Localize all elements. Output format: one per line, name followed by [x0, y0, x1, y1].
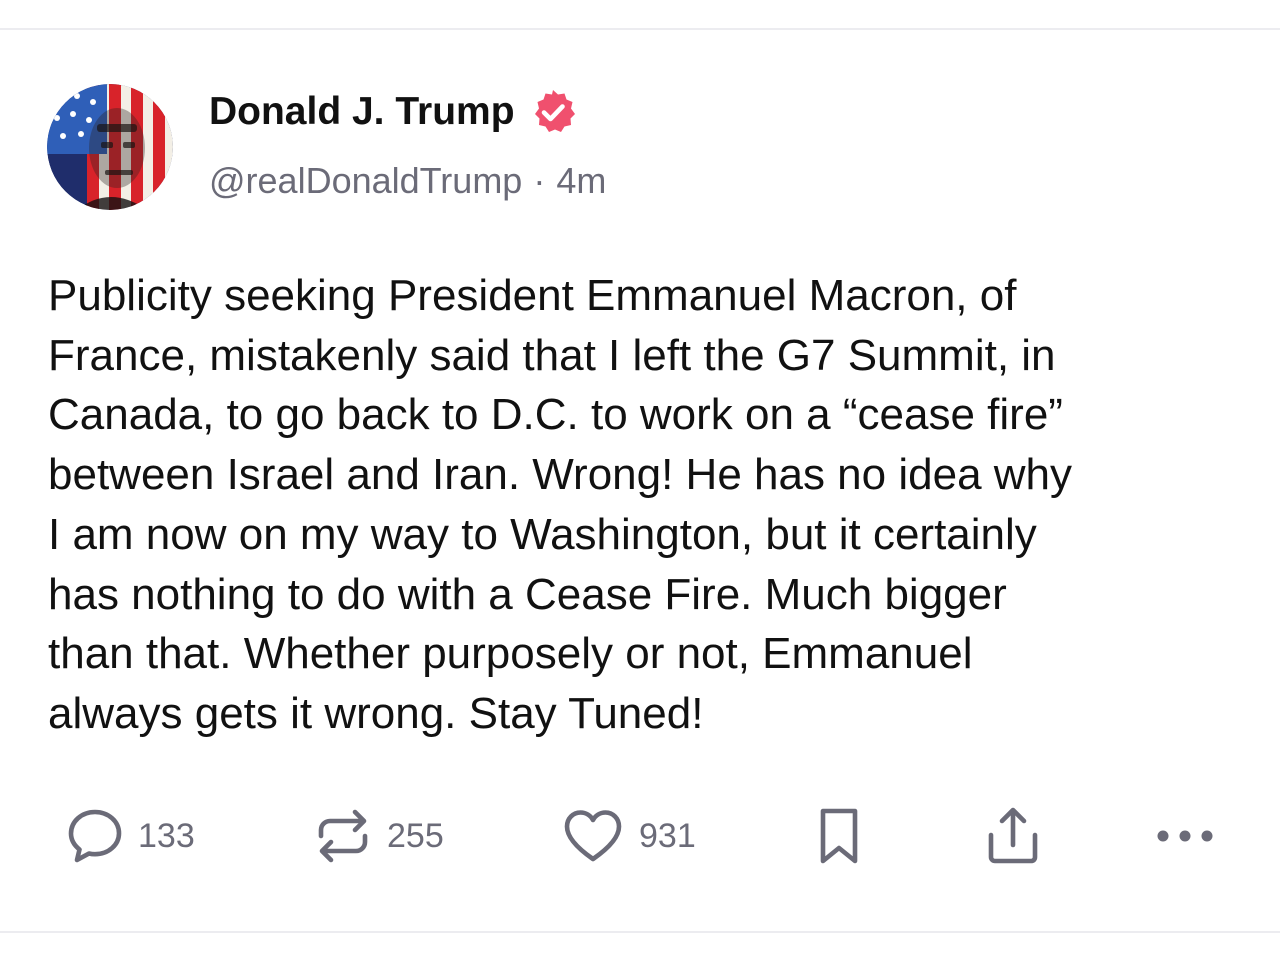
bottom-divider: [0, 931, 1280, 933]
author-display-name[interactable]: Donald J. Trump: [209, 90, 515, 134]
post-body-line: has nothing to do with a Cease Fire. Muc…: [48, 569, 1007, 619]
repost-button[interactable]: 255: [313, 800, 444, 872]
bookmark-icon: [820, 808, 858, 864]
author-avatar[interactable]: [47, 84, 173, 210]
author-name-row: Donald J. Trump: [209, 86, 577, 138]
heart-icon: [564, 810, 622, 862]
bookmark-button[interactable]: [815, 800, 863, 872]
share-upload-icon: [988, 807, 1038, 864]
repost-count: 255: [387, 816, 444, 855]
post-body-line: I am now on my way to Washington, but it…: [48, 509, 1037, 559]
speech-bubble-icon: [68, 809, 122, 863]
post-body-line: always gets it wrong. Stay Tuned!: [48, 688, 704, 738]
reply-button[interactable]: 133: [66, 800, 195, 872]
repost-arrows-icon: [318, 809, 368, 863]
post-body-line: Publicity seeking President Emmanuel Mac…: [48, 271, 1017, 320]
meta-separator: ·: [533, 160, 546, 201]
post-body-line: France, mistakenly said that I left the …: [48, 330, 1056, 380]
reply-count: 133: [138, 816, 195, 855]
post-body-line: than that. Whether purposely or not, Emm…: [48, 629, 973, 679]
author-meta-row: @realDonaldTrump · 4m: [209, 160, 606, 202]
like-button[interactable]: 931: [561, 800, 696, 872]
avatar-image: [47, 84, 173, 210]
post-timestamp[interactable]: 4m: [556, 160, 606, 202]
more-dots-icon: [1157, 830, 1213, 842]
verified-badge-icon: [534, 90, 575, 132]
more-options-button[interactable]: [1153, 800, 1217, 872]
post-body-line: between Israel and Iran. Wrong! He has n…: [48, 450, 1073, 500]
like-count: 931: [639, 816, 696, 855]
post-body: Publicity seeking President Emmanuel Mac…: [48, 266, 1248, 744]
post-card: Donald J. Trump @realDonaldTrump · 4m Pu…: [0, 30, 1280, 931]
author-handle[interactable]: @realDonaldTrump: [209, 160, 522, 202]
post-body-line: Canada, to go back to D.C. to work on a …: [48, 390, 1063, 440]
share-button[interactable]: [983, 800, 1043, 872]
post-action-bar: 133 255 931: [0, 800, 1280, 872]
